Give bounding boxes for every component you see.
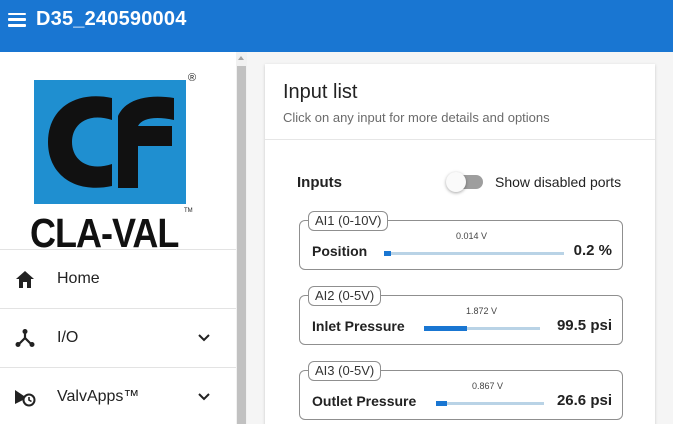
input-card-ai2[interactable]: AI2 (0-5V) Inlet Pressure 1.872 V 99.5 p… — [299, 286, 623, 345]
input-level-bar — [384, 251, 564, 256]
nav-divider — [0, 249, 236, 250]
scrollbar-thumb[interactable] — [237, 66, 246, 424]
valvapps-clock-icon — [14, 386, 36, 408]
registered-mark: ® — [188, 72, 197, 84]
chevron-down-icon[interactable] — [196, 330, 212, 346]
input-card-ai1[interactable]: AI1 (0-10V) Position 0.014 V 0.2 % — [299, 211, 623, 270]
page-subtitle: Click on any input for more details and … — [283, 110, 550, 125]
trademark-mark: TM — [184, 208, 193, 214]
input-value: 0.2 % — [573, 242, 612, 259]
nav-item-io[interactable]: I/O — [0, 310, 236, 366]
input-tag: AI3 (0-5V) — [308, 361, 382, 381]
menu-button[interactable]: D35_240590004 — [8, 8, 187, 31]
nav-item-home[interactable]: Home — [0, 251, 236, 307]
io-network-icon — [14, 327, 36, 349]
brand-logo: ® CLA-VAL TM — [18, 70, 197, 256]
nav-divider — [0, 308, 236, 309]
nav-label-valvapps: ValvApps™ — [57, 388, 140, 405]
hamburger-menu-icon[interactable] — [8, 12, 26, 27]
input-level-fill — [436, 401, 447, 406]
home-icon — [14, 268, 36, 290]
inputs-section-title: Inputs — [297, 174, 342, 191]
input-level-fill — [384, 251, 392, 256]
input-level-bar — [436, 401, 544, 406]
input-level-bar — [424, 326, 540, 331]
card-divider — [265, 139, 655, 140]
input-name: Outlet Pressure — [312, 393, 417, 409]
sidebar: ® CLA-VAL TM Home I/O ValvApps™ — [0, 52, 236, 424]
input-voltage: 1.872 V — [466, 306, 498, 316]
show-disabled-toggle[interactable]: Show disabled ports — [446, 172, 622, 192]
page-title: Input list — [283, 81, 358, 103]
input-name: Inlet Pressure — [312, 318, 405, 334]
toggle-knob[interactable] — [446, 172, 466, 192]
nav-item-valvapps[interactable]: ValvApps™ — [0, 369, 236, 424]
sidebar-scrollbar[interactable] — [236, 52, 247, 424]
app-bar: D35_240590004 — [0, 0, 673, 52]
toggle-label: Show disabled ports — [495, 174, 622, 190]
nav-divider — [0, 367, 236, 368]
input-tag: AI1 (0-10V) — [308, 211, 389, 231]
device-title: D35_240590004 — [36, 8, 187, 30]
input-card-ai3[interactable]: AI3 (0-5V) Outlet Pressure 0.867 V 26.6 … — [299, 361, 623, 420]
main-content: Input list Click on any input for more d… — [247, 52, 673, 424]
app-window: { "header": {"title": "D35_240590004", "… — [0, 0, 673, 424]
input-name: Position — [312, 243, 368, 259]
input-value: 99.5 psi — [556, 317, 612, 334]
toggle-switch[interactable] — [446, 172, 483, 192]
input-tag: AI2 (0-5V) — [308, 286, 382, 306]
input-voltage: 0.867 V — [472, 381, 504, 391]
input-level-fill — [424, 326, 467, 331]
nav-label-io: I/O — [57, 329, 79, 346]
input-voltage: 0.014 V — [456, 231, 488, 241]
scroll-up-arrow-icon[interactable] — [238, 56, 244, 60]
input-value: 26.6 psi — [556, 392, 612, 409]
chevron-down-icon[interactable] — [196, 389, 212, 405]
logo-mark — [34, 80, 186, 204]
nav-label-home: Home — [57, 270, 100, 287]
input-list-card: Input list Click on any input for more d… — [265, 64, 655, 424]
